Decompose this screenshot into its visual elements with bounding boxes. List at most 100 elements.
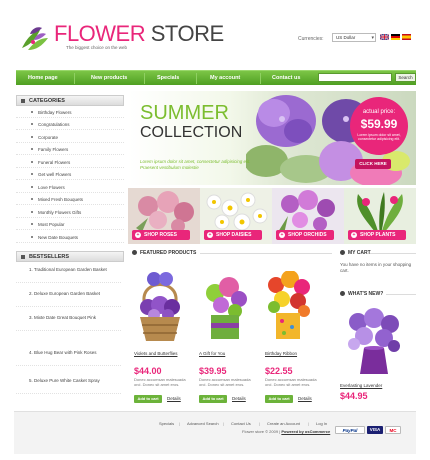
everlasting-lavender-image[interactable] [344, 308, 404, 376]
shop-plants-tile[interactable]: + SHOP PLANTS [344, 188, 416, 244]
nav-home[interactable]: Home page [28, 71, 58, 86]
bullet-icon [31, 123, 33, 125]
shop-daisies-tile[interactable]: + SHOP DAISIES [200, 188, 272, 244]
uk-flag-icon[interactable] [380, 34, 389, 40]
powered-by-link[interactable]: Powered by osCommerce [281, 429, 330, 434]
bullet-icon [31, 223, 33, 225]
whats-new-product-name[interactable]: Everlasting Lavender [340, 383, 382, 388]
bullet-icon [31, 173, 33, 175]
search-input[interactable] [318, 73, 392, 82]
shop-roses-button[interactable]: + SHOP ROSES [132, 230, 190, 240]
nav-divider [74, 73, 75, 84]
click-here-button[interactable]: CLICK HERE [355, 159, 391, 169]
categories-header: CATEGORIES [16, 95, 124, 106]
paypal-badge-icon: PayPal [335, 426, 365, 434]
add-to-cart-button[interactable]: Add to cart [134, 395, 162, 403]
categories-bullet-icon [21, 99, 25, 103]
shop-orchids-tile[interactable]: + SHOP ORCHIDS [272, 188, 344, 244]
summer-collection-banner[interactable]: SUMMER COLLECTION Lorem ipsum dolor sit … [128, 91, 416, 185]
category-item[interactable]: Get well Flowers [16, 169, 124, 180]
bestseller-item[interactable]: 5. Deluxe Pure White Casket Spray [16, 377, 121, 394]
bestseller-item[interactable]: 2. Deluxe European Garden Basket [16, 290, 121, 307]
category-item[interactable]: New Date Bouquets [16, 232, 124, 243]
shop-orchids-button[interactable]: + SHOP ORCHIDS [276, 230, 334, 240]
store-name[interactable]: FLOWER STORE [54, 23, 224, 45]
plus-icon: + [279, 232, 285, 238]
cart-empty-text: You have no items in your shopping cart. [340, 262, 412, 273]
section-bullet-icon [340, 290, 345, 296]
product-description: Donec accumsan malesuada orci. Donec sit… [199, 377, 251, 387]
footer-separator: | [308, 421, 310, 426]
german-flag-icon[interactable] [391, 34, 400, 40]
store-name-rest: STORE [145, 21, 224, 46]
category-item[interactable]: Birthday Flowers [16, 107, 124, 118]
whats-new-title-text: WHAT'S NEW? [348, 291, 384, 297]
category-label: Mixed Fresh Bouquets [38, 197, 84, 202]
product-image[interactable] [134, 271, 186, 343]
shop-daisies-button[interactable]: + SHOP DAISIES [204, 230, 262, 240]
footer-separator: | [223, 421, 225, 426]
footer-copyright: Flower store © 2009 | Powered by osComme… [242, 429, 331, 434]
section-divider [386, 294, 416, 295]
search-button[interactable]: Search [395, 73, 416, 82]
bestseller-item[interactable]: 3. Mixte Date Great Bouquet Pink [16, 314, 121, 331]
bullet-icon [31, 161, 33, 163]
shop-daisies-label: SHOP DAISIES [216, 232, 252, 238]
add-to-cart-button[interactable]: Add to cart [199, 395, 227, 403]
banner-title: SUMMER [140, 102, 229, 124]
category-label: Congratulations [38, 122, 70, 127]
cart-icon [340, 249, 345, 255]
plus-icon: + [207, 232, 213, 238]
product-image[interactable] [262, 271, 314, 343]
nav-new-products[interactable]: New products [91, 71, 127, 86]
nav-specials[interactable]: Specials [157, 71, 179, 86]
product-description: Donec accumsan malesuada orci. Donec sit… [265, 377, 317, 387]
nav-contact-us[interactable]: Contact us [272, 71, 300, 86]
price-badge-text: Lorem ipsum dolor sit amet, consectetur … [357, 133, 401, 141]
bullet-icon [31, 211, 33, 213]
shop-plants-label: SHOP PLANTS [360, 232, 396, 238]
details-link[interactable]: Details [167, 395, 181, 403]
category-item[interactable]: Congratulations [16, 119, 124, 130]
category-item[interactable]: Monthly Flowers Gifts [16, 207, 124, 218]
category-item[interactable]: Corporate [16, 132, 124, 143]
bullet-icon [31, 148, 33, 150]
shop-plants-button[interactable]: + SHOP PLANTS [348, 230, 406, 240]
product-name[interactable]: A Gift for You [199, 351, 257, 356]
chevron-down-icon: ▾ [371, 35, 374, 41]
shop-roses-tile[interactable]: + SHOP ROSES [128, 188, 200, 244]
bestseller-item[interactable]: 4. Blue Hug Bear with Pink Roses [16, 349, 121, 366]
add-to-cart-button[interactable]: Add to cart [265, 395, 293, 403]
footer-link-log-in[interactable]: Log In [316, 421, 327, 426]
spanish-flag-icon[interactable] [402, 34, 411, 40]
categories-title: CATEGORIES [29, 98, 65, 104]
category-label: Most Popular [38, 222, 65, 227]
footer-link-advanced-search[interactable]: Advanced Search [187, 421, 219, 426]
my-cart-title-text: MY CART [348, 250, 371, 256]
details-link[interactable]: Details [298, 395, 312, 403]
nav-my-account[interactable]: My account [210, 71, 240, 86]
violets-basket-image [140, 272, 180, 341]
bestseller-item[interactable]: 1. Traditional European Garden Basket [16, 266, 121, 283]
footer-link-specials[interactable]: Specials [159, 421, 174, 426]
category-label: Love Flowers [38, 185, 65, 190]
category-item[interactable]: Funeral Flowers [16, 157, 124, 168]
footer-link-create-account[interactable]: Create an Account [267, 421, 300, 426]
category-item[interactable]: Family Flowers [16, 144, 124, 155]
gift-for-you-image [206, 277, 247, 339]
category-item[interactable]: Most Popular [16, 219, 124, 230]
product-image[interactable] [199, 271, 251, 343]
bullet-icon [31, 111, 33, 113]
currency-select[interactable]: US Dollar ▾ [332, 33, 376, 42]
category-item[interactable]: Mixed Fresh Bouquets [16, 194, 124, 205]
section-bullet-icon [132, 249, 137, 255]
product-name[interactable]: Birthday Ribbon [265, 351, 323, 356]
shop-orchids-label: SHOP ORCHIDS [288, 232, 327, 238]
category-item[interactable]: Love Flowers [16, 182, 124, 193]
details-link[interactable]: Details [232, 395, 246, 403]
product-name[interactable]: Violets and Butterflies [134, 351, 192, 356]
price-badge-value: $59.99 [360, 117, 398, 131]
flower-logo-icon[interactable] [20, 26, 50, 54]
footer-link-contact-us[interactable]: Contact Us [231, 421, 251, 426]
whats-new-product-price: $44.95 [340, 391, 368, 401]
